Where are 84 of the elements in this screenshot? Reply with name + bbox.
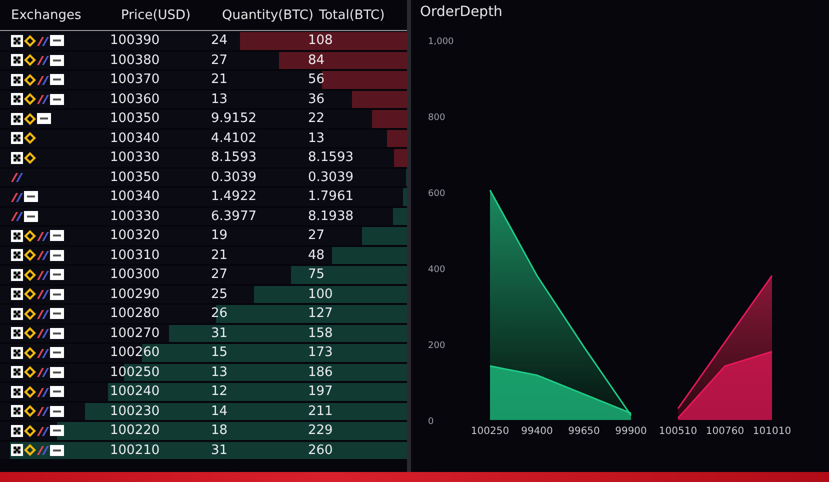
- total-cell-text: 8.1593: [308, 150, 354, 166]
- y-tick-label: 400: [428, 265, 446, 275]
- x-tick-label: 100510: [658, 426, 698, 437]
- price-cell-text: 100230: [110, 404, 161, 419]
- chart-title: OrderDepth: [420, 4, 504, 20]
- total-cell-text: 100: [308, 286, 334, 302]
- total-cell-text: 13: [308, 130, 326, 146]
- price-cell-text: 100350: [110, 170, 161, 185]
- column-header: Total(BTC): [319, 8, 386, 22]
- total-cell-text: 0.3039: [308, 170, 354, 185]
- price-cell-text: 100260: [110, 345, 161, 360]
- quantity-cell-text: 6.3977: [211, 208, 258, 224]
- x-tick-label: 99400: [521, 426, 553, 437]
- price-cell-text: 100340: [110, 189, 161, 204]
- total-cell-text: 211: [308, 404, 334, 419]
- y-tick-label: 1,000: [428, 37, 454, 47]
- quantity-cell-text: 27: [211, 267, 229, 282]
- quantity-cell-text: 18: [211, 423, 229, 438]
- price-cell-text: 100330: [110, 208, 161, 224]
- column-header: Price(USD): [121, 8, 192, 22]
- total-cell-text: 127: [308, 306, 334, 322]
- x-tick-label: 99900: [615, 426, 647, 437]
- total-cell-text: 229: [308, 423, 334, 438]
- quantity-cell-text: 0.3039: [211, 170, 258, 185]
- x-tick-label: 101010: [752, 426, 792, 437]
- price-cell-text: 100270: [110, 326, 161, 341]
- quantity-cell-text: 14: [211, 404, 229, 419]
- total-cell-text: 8.1938: [308, 208, 354, 224]
- price-cell-text: 100390: [110, 33, 161, 48]
- quantity-cell-text: 4.4102: [211, 130, 258, 146]
- total-cell-text: 260: [308, 442, 334, 458]
- quantity-cell-text: 24: [211, 33, 229, 48]
- quantity-cell-text: 19: [211, 228, 229, 244]
- total-cell-text: 186: [308, 364, 334, 380]
- quantity-cell-text: 8.1593: [211, 150, 258, 166]
- price-cell-text: 100210: [110, 442, 161, 458]
- quantity-cell-text: 31: [211, 442, 229, 458]
- total-cell-text: 1.7961: [308, 189, 354, 204]
- price-cell-text: 100350: [110, 111, 161, 126]
- total-cell-text: 75: [308, 267, 326, 282]
- x-tick-label: 100250: [470, 426, 510, 437]
- price-cell-text: 100380: [110, 52, 161, 68]
- price-cell-text: 100220: [110, 423, 161, 438]
- total-cell-text: 48: [308, 248, 326, 263]
- quantity-cell-text: 26: [211, 306, 229, 322]
- x-tick-label: 99650: [568, 426, 600, 437]
- quantity-cell-text: 15: [211, 345, 229, 360]
- price-cell-text: 100320: [110, 228, 161, 244]
- price-cell-text: 100370: [110, 72, 161, 88]
- quantity-cell-text: 12: [211, 384, 229, 400]
- quantity-cell-text: 31: [211, 326, 229, 341]
- y-tick-label: 0: [428, 417, 434, 427]
- total-cell-text: 36: [308, 92, 326, 107]
- price-cell-text: 100280: [110, 306, 161, 322]
- quantity-cell-text: 13: [211, 364, 229, 380]
- price-cell-text: 100360: [110, 92, 161, 107]
- price-cell-text: 100330: [110, 150, 161, 166]
- total-cell-text: 108: [308, 33, 334, 48]
- x-tick-label: 100760: [706, 426, 744, 437]
- y-tick-label: 200: [428, 341, 446, 351]
- price-cell-text: 100240: [110, 384, 161, 400]
- y-tick-label: 800: [428, 113, 446, 123]
- price-cell-text: 100300: [110, 267, 161, 282]
- price-cell-text: 100250: [110, 364, 161, 380]
- total-cell-text: 56: [308, 72, 326, 88]
- price-cell-text: 100340: [110, 130, 161, 146]
- total-cell-text: 158: [308, 326, 334, 341]
- total-cell-text: 84: [308, 52, 326, 68]
- total-cell-text: 197: [308, 384, 334, 400]
- total-cell-text: 22: [308, 111, 326, 126]
- total-cell-text: 27: [308, 228, 326, 244]
- quantity-cell-text: 25: [211, 286, 229, 302]
- price-cell-text: 100290: [110, 286, 161, 302]
- quantity-cell-text: 1.4922: [211, 189, 258, 204]
- quantity-cell-text: 21: [211, 248, 229, 263]
- quantity-cell-text: 27: [211, 52, 229, 68]
- price-cell-text: 100310: [110, 248, 161, 263]
- quantity-cell-text: 9.9152: [211, 111, 258, 126]
- column-header: Quantity(BTC): [222, 8, 314, 22]
- column-header: Exchanges: [11, 8, 82, 22]
- quantity-cell-text: 21: [211, 72, 229, 88]
- y-tick-label: 600: [428, 189, 446, 199]
- total-cell-text: 173: [308, 345, 334, 360]
- quantity-cell-text: 13: [211, 92, 229, 107]
